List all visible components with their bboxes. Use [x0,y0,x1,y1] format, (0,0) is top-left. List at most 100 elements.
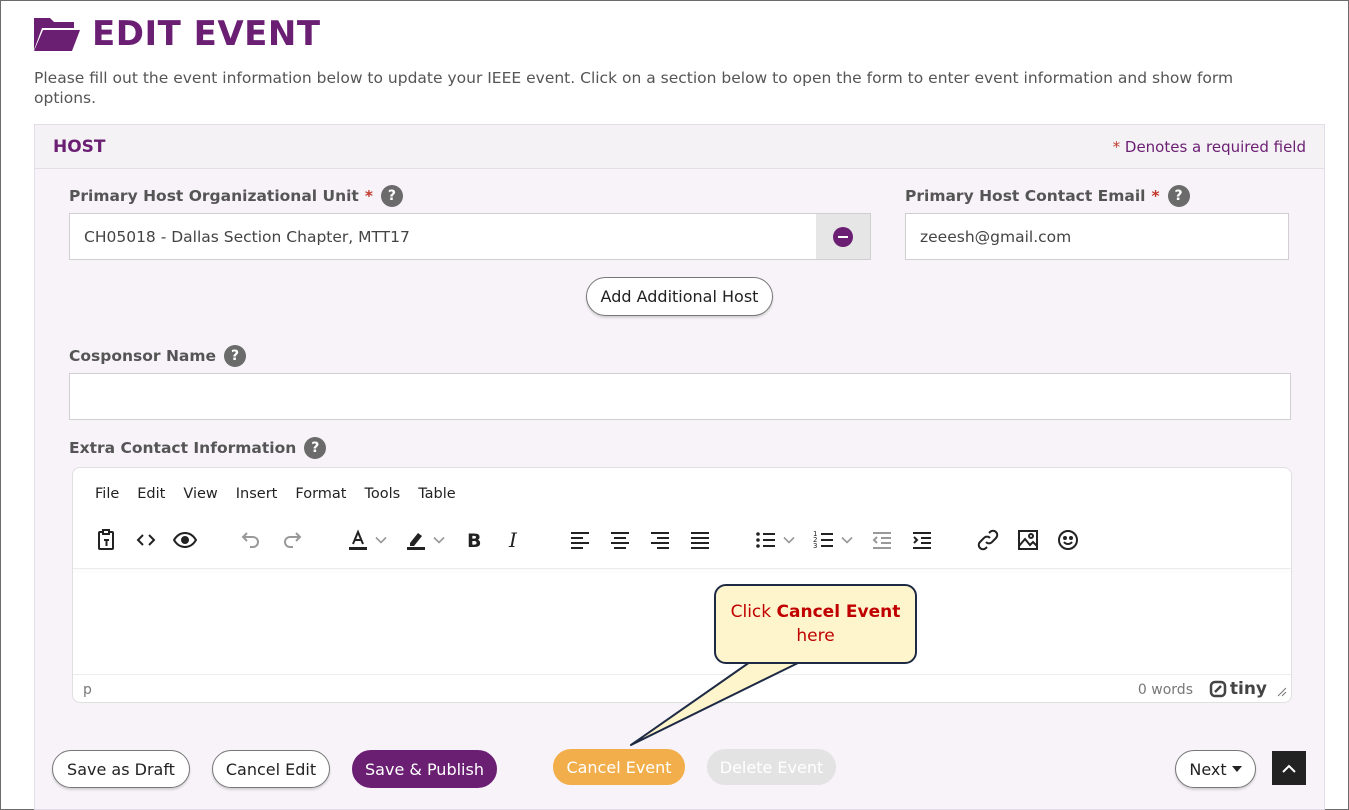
chevron-down-icon [783,536,795,544]
delete-event-button[interactable]: Delete Event [707,749,836,785]
save-publish-button[interactable]: Save & Publish [352,750,497,788]
callout-bold: Cancel Event [776,602,901,622]
tiny-logo[interactable]: tiny [1209,679,1267,699]
section-title: HOST [53,136,106,157]
text-color-dropdown[interactable] [371,524,391,556]
required-star: * [364,187,373,205]
help-icon[interactable]: ? [304,437,327,459]
chevron-down-icon [841,536,853,544]
insert-emoji-button[interactable] [1053,524,1083,556]
svg-text:3: 3 [813,542,817,550]
align-justify-button[interactable] [685,524,715,556]
outdent-icon [872,532,891,549]
text-color-button[interactable] [343,524,373,556]
preview-button[interactable] [170,524,200,556]
paste-text-button[interactable] [91,524,121,556]
page-title: EDIT EVENT [92,14,321,54]
clipboard-icon [98,529,114,550]
resize-handle-icon[interactable] [1277,687,1287,697]
decrease-indent-button[interactable] [867,524,897,556]
editor-statusbar: p 0 words tiny [73,674,1291,704]
contact-email-field[interactable]: zeeesh@gmail.com [905,213,1289,260]
help-icon[interactable]: ? [380,185,403,207]
undo-button[interactable] [236,524,266,556]
cancel-edit-button[interactable]: Cancel Edit [212,750,330,788]
word-count[interactable]: 0 words [1138,682,1193,698]
cancel-event-button[interactable]: Cancel Event [553,749,685,785]
link-icon [977,529,999,551]
contact-email-label: Primary Host Contact Email * ? [905,185,1190,207]
chevron-down-icon [433,536,445,544]
extra-contact-label: Extra Contact Information ? [69,437,327,459]
source-code-button[interactable] [131,524,161,556]
scroll-to-top-button[interactable] [1272,751,1306,785]
menu-file[interactable]: File [95,486,119,502]
cosponsor-label-text: Cosponsor Name [69,347,217,365]
page-header: EDIT EVENT [34,14,321,54]
primary-unit-label: Primary Host Organizational Unit * ? [69,185,403,207]
align-center-button[interactable] [605,524,635,556]
callout-suffix: here [796,626,835,646]
extra-contact-label-text: Extra Contact Information [69,439,297,457]
primary-unit-field[interactable]: CH05018 - Dallas Section Chapter, MTT17 [69,213,817,260]
folder-open-icon [34,18,80,51]
host-section: HOST * Denotes a required field Primary … [34,124,1325,810]
align-justify-icon [691,532,709,549]
numbered-list-icon: 123 [813,530,833,550]
element-path[interactable]: p [83,682,92,698]
remove-host-button[interactable] [816,213,871,260]
menu-tools[interactable]: Tools [364,486,400,502]
caret-down-icon [1231,766,1242,772]
insert-image-button[interactable] [1013,524,1043,556]
numbered-list-dropdown[interactable] [837,524,857,556]
bullet-list-dropdown[interactable] [779,524,799,556]
align-left-button[interactable] [565,524,595,556]
smiley-icon [1058,530,1078,550]
editor-toolbar-divider [73,568,1291,569]
redo-icon [284,532,302,548]
add-additional-host-button[interactable]: Add Additional Host [586,277,773,316]
menu-table[interactable]: Table [418,486,456,502]
indent-icon [913,532,931,549]
highlight-color-button[interactable] [401,524,431,556]
highlight-dropdown[interactable] [429,524,449,556]
rich-text-editor[interactable]: File Edit View Insert Format Tools Table [72,467,1292,703]
contact-email-value: zeeesh@gmail.com [920,227,1072,246]
bullet-list-button[interactable] [751,524,781,556]
menu-view[interactable]: View [183,486,217,502]
menu-edit[interactable]: Edit [137,486,165,502]
host-section-header[interactable]: HOST * Denotes a required field [35,125,1324,169]
menu-insert[interactable]: Insert [236,486,278,502]
insert-link-button[interactable] [973,524,1003,556]
numbered-list-button[interactable]: 123 [809,524,839,556]
italic-icon: I [508,528,518,552]
tiny-logo-icon [1209,680,1227,698]
align-left-icon [571,532,589,549]
align-right-button[interactable] [645,524,675,556]
svg-text:I: I [508,528,518,552]
bold-button[interactable]: B [459,524,489,556]
svg-text:B: B [467,530,481,552]
next-button[interactable]: Next [1175,750,1256,788]
bullet-list-icon [756,532,775,548]
tiny-logo-text: tiny [1229,679,1267,699]
cosponsor-label: Cosponsor Name ? [69,345,247,367]
save-draft-button[interactable]: Save as Draft [52,750,190,788]
increase-indent-button[interactable] [907,524,937,556]
instruction-callout: Click Cancel Event here [714,584,917,664]
cosponsor-input[interactable] [69,373,1291,420]
text-color-icon [349,529,367,550]
align-right-icon [651,532,669,549]
menu-format[interactable]: Format [295,486,346,502]
help-icon[interactable]: ? [1167,185,1190,207]
eye-icon [173,531,197,549]
redo-button[interactable] [277,524,307,556]
help-icon[interactable]: ? [224,345,247,367]
page-intro: Please fill out the event information be… [34,69,1234,107]
callout-prefix: Click [730,602,777,622]
italic-button[interactable]: I [499,524,529,556]
required-note-text: Denotes a required field [1124,137,1306,156]
editor-menubar: File Edit View Insert Format Tools Table [95,486,474,502]
code-icon [136,534,156,546]
highlighter-icon [407,533,425,550]
